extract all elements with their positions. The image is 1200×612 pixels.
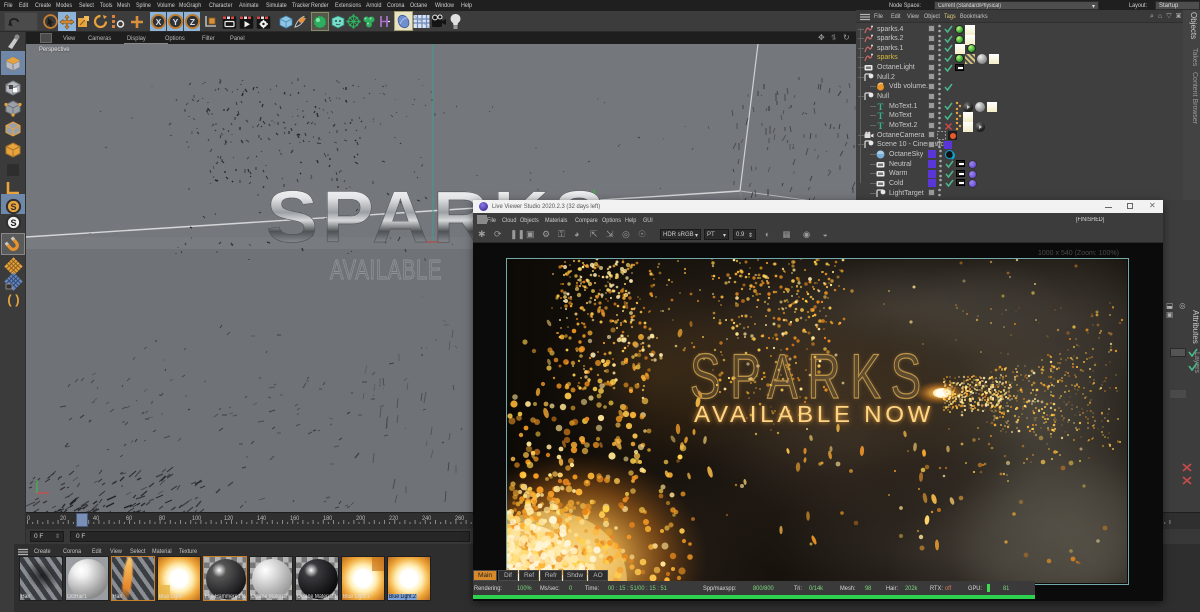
svg-text:T: T — [877, 102, 883, 111]
svg-text:X: X — [155, 17, 161, 27]
svg-text:S: S — [10, 218, 16, 228]
svg-text:Y: Y — [172, 17, 178, 27]
svg-text:S: S — [10, 202, 16, 212]
svg-text:Z: Z — [189, 17, 194, 27]
svg-text:( ): ( ) — [7, 292, 19, 307]
svg-text:T: T — [877, 111, 883, 120]
svg-text:T: T — [877, 121, 883, 130]
